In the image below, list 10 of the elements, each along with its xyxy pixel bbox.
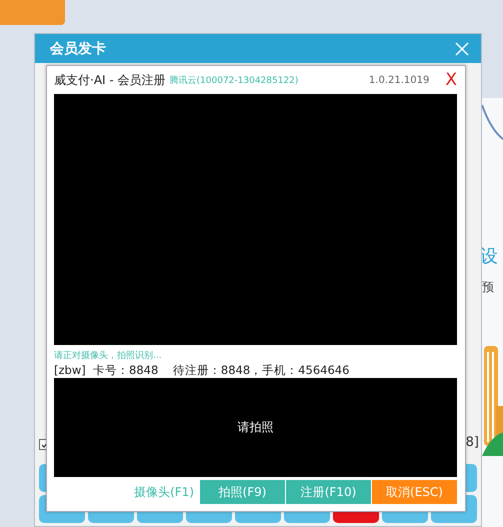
dialog-title: 威支付·AI - 会员注册	[54, 72, 166, 88]
body-text: 预	[482, 279, 494, 296]
provider-text: 腾讯云(100072-1304285122)	[170, 74, 300, 86]
hint-text: 请正对摄像头，拍照识别...	[54, 350, 163, 362]
photo-area: 请拍照	[54, 378, 457, 477]
member-info: [zbw] 卡号：8848 待注册：8848，手机：4564646	[54, 363, 350, 378]
window-title: 会员发卡	[50, 40, 106, 58]
version-text: 1.0.21.1019	[368, 74, 430, 86]
heading-text: 设	[480, 245, 498, 268]
shortcut-text: 8]	[466, 435, 479, 450]
